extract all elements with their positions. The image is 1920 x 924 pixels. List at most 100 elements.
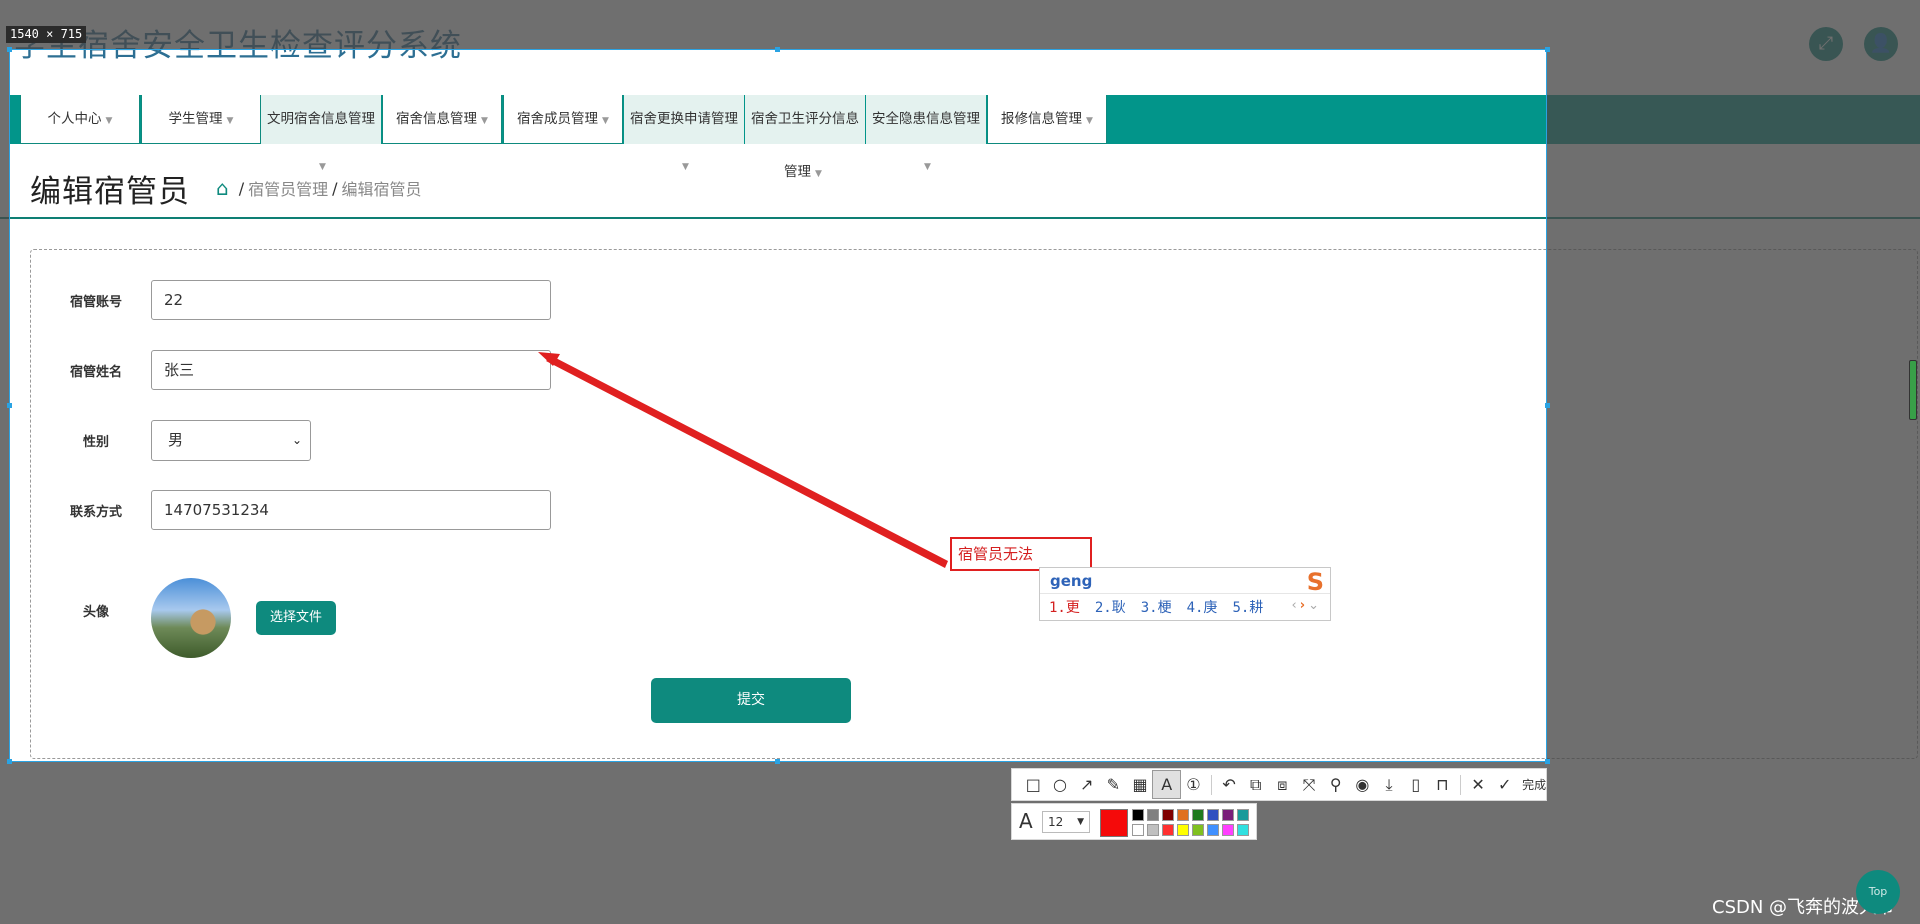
rect-icon[interactable]: □ [1020,771,1047,798]
page-title: 编辑宿管员 [30,174,190,210]
ime-input-text: geng [1050,572,1093,590]
submit-button[interactable]: 提交 [651,678,851,723]
chevron-down-icon: ▼ [1077,817,1084,827]
caret-down-icon: ▼ [481,116,488,126]
serial-number-icon[interactable]: ① [1180,771,1207,798]
nav-item-civil-dorm[interactable]: 文明宿舍信息管理 [261,95,381,144]
caret-down-icon: ▼ [682,162,689,172]
back-to-top-button[interactable]: Top [1856,870,1900,914]
caret-down-icon: ▼ [1086,116,1093,126]
nav-item-dorm-info[interactable]: 宿舍信息管理 ▼ [382,95,502,144]
expand-icon[interactable]: ⤢ [1809,27,1843,61]
pin-icon[interactable]: ⚲ [1322,771,1349,798]
color-swatch[interactable] [1237,824,1249,836]
color-swatch[interactable] [1147,809,1159,821]
color-swatch[interactable] [1237,809,1249,821]
font-icon: A [1019,809,1033,833]
screenshot-toolbar: □ ○ ↗ ✎ ▦ A ① ↶ ⧉ ⧈ ⤧ ⚲ ◉ ⤓ ▯ ⊓ ✕ ✓ 完成 [1011,768,1547,801]
ime-candidate[interactable]: 4.庚 [1187,597,1218,617]
caret-down-icon: ▼ [602,116,609,126]
arrow-icon[interactable]: ↗ [1073,771,1100,798]
phone-input[interactable]: 14707531234 [151,490,551,530]
gender-label: 性别 [82,435,109,450]
caret-down-icon: ▼ [319,162,326,172]
bookmark-icon[interactable]: ⊓ [1429,771,1456,798]
color-swatch[interactable] [1192,824,1204,836]
resize-handle[interactable] [7,759,12,764]
pen-icon[interactable]: ✎ [1100,771,1127,798]
ime-candidates: 1.更 2.耿 3.梗 4.庚 5.耕 [1049,597,1263,617]
color-swatch[interactable] [1207,824,1219,836]
scroll-capture-icon[interactable]: ⤧ [1296,771,1323,798]
phone-label: 联系方式 [69,505,122,520]
text-annotation[interactable]: 宿管员无法 [950,537,1092,571]
nav-item-dorm-change[interactable]: 宿舍更换申请管理 [624,95,744,144]
selection-size-label: 1540 × 715 [6,26,87,43]
current-color-swatch[interactable] [1100,809,1128,837]
resize-handle[interactable] [775,759,780,764]
ime-candidate[interactable]: 5.耕 [1232,597,1263,617]
color-swatch[interactable] [1207,809,1219,821]
name-input[interactable]: 张三 [151,350,551,390]
account-label: 宿管账号 [69,295,122,310]
home-icon[interactable]: ⌂ [216,176,229,200]
breadcrumb-current: 编辑宿管员 [341,180,422,199]
scrollbar-thumb[interactable] [1909,360,1917,420]
text-icon[interactable]: A [1152,770,1182,799]
breadcrumb-item[interactable]: 宿管员管理 [248,176,328,200]
resize-handle[interactable] [775,47,780,52]
nav-item-repair[interactable]: 报修信息管理 ▼ [987,95,1107,144]
color-swatch[interactable] [1162,824,1174,836]
nav-overflow-text: 管理 ▼ [784,164,822,180]
gender-select[interactable]: 男 ⌄ [151,420,311,461]
nav-item-dorm-members[interactable]: 宿舍成员管理 ▼ [503,95,623,144]
done-button[interactable]: 完成 [1522,776,1546,793]
nav-item-personal[interactable]: 个人中心 ▼ [20,95,140,144]
caret-down-icon: ▼ [815,169,822,179]
nav-item-students[interactable]: 学生管理 ▼ [141,95,261,144]
ime-candidate[interactable]: 2.耿 [1095,597,1126,617]
record-icon[interactable]: ◉ [1349,771,1376,798]
caret-down-icon: ▼ [105,116,113,126]
color-swatch[interactable] [1177,824,1189,836]
ellipse-icon[interactable]: ○ [1047,771,1074,798]
resize-handle[interactable] [1545,47,1550,52]
close-icon[interactable]: ✕ [1465,771,1492,798]
nav-item-hygiene-score[interactable]: 宿舍卫生评分信息 [745,95,865,144]
device-icon[interactable]: ▯ [1402,771,1429,798]
color-swatch[interactable] [1222,824,1234,836]
choose-file-button[interactable]: 选择文件 [256,601,336,635]
translate-icon[interactable]: ⧈ [1269,771,1296,798]
color-swatch[interactable] [1162,809,1174,821]
ime-candidate-window: geng S 1.更 2.耿 3.梗 4.庚 5.耕 ‹›⌄ [1039,567,1331,621]
title-divider [0,217,1920,219]
resize-handle[interactable] [7,47,12,52]
account-input[interactable]: 22 [151,280,551,320]
user-icon[interactable]: 👤 [1864,27,1898,61]
undo-icon[interactable]: ↶ [1216,771,1243,798]
ime-candidate[interactable]: 3.梗 [1141,597,1172,617]
ime-candidate[interactable]: 1.更 [1049,597,1080,617]
resize-handle[interactable] [1545,403,1550,408]
color-swatch[interactable] [1147,824,1159,836]
avatar-label: 头像 [82,605,109,620]
color-swatch[interactable] [1222,809,1234,821]
done-icon[interactable]: ✓ [1491,771,1518,798]
save-icon[interactable]: ⤓ [1376,771,1403,798]
ocr-icon[interactable]: ⧉ [1242,771,1269,798]
font-size-select[interactable]: 12 ▼ [1042,811,1090,833]
resize-handle[interactable] [7,403,12,408]
color-swatch[interactable] [1192,809,1204,821]
ime-page-nav[interactable]: ‹›⌄ [1292,598,1322,613]
avatar-image [151,578,231,658]
caret-down-icon: ▼ [226,116,234,126]
chevron-down-icon: ⌄ [291,433,302,447]
name-label: 宿管姓名 [69,365,122,380]
color-swatch[interactable] [1132,824,1144,836]
mosaic-icon[interactable]: ▦ [1127,771,1154,798]
color-swatch[interactable] [1177,809,1189,821]
sogou-logo-icon: S [1306,568,1324,596]
nav-item-safety-hazard[interactable]: 安全隐患信息管理 [866,95,986,144]
resize-handle[interactable] [1545,759,1550,764]
color-swatch[interactable] [1132,809,1144,821]
